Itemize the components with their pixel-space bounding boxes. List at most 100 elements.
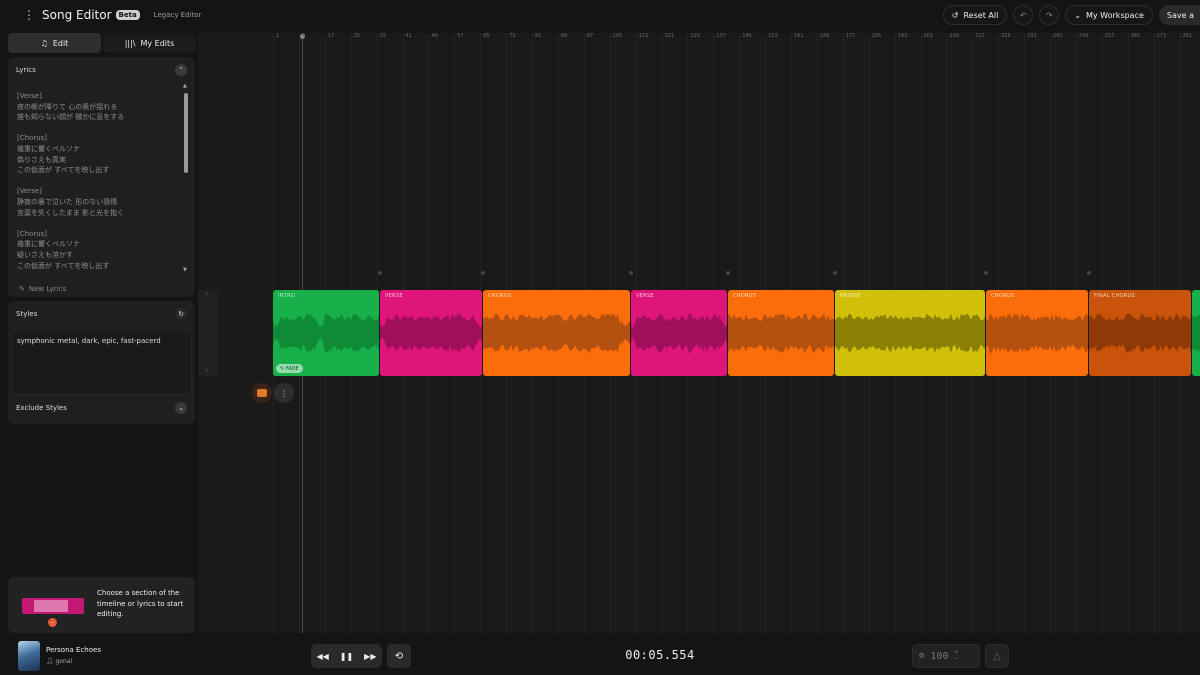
lyrics-blank-line [17, 123, 177, 134]
segment-boundary-marker[interactable] [378, 271, 382, 275]
app-title: Song Editor [42, 8, 112, 22]
lyrics-line: [Verse] [17, 187, 42, 196]
segment-boundary-marker[interactable] [833, 271, 837, 275]
segment-chorus[interactable]: CHORUS [728, 290, 834, 376]
segment-next[interactable] [1192, 290, 1200, 376]
menu-kebab-icon[interactable]: ⋮ [22, 8, 36, 22]
reset-all-button[interactable]: ↺ Reset All [942, 5, 1008, 25]
styles-input[interactable]: symphonic metal, dark, epic, fast-pacerd [11, 331, 192, 395]
rewind-icon[interactable]: ◀◀ [316, 652, 328, 661]
loop-button[interactable]: ⟲ [387, 644, 411, 668]
segment-boundary-marker[interactable] [726, 271, 730, 275]
lyrics-collapse-button[interactable]: ⌃ [175, 64, 187, 76]
ruler-tick-label: 225 [1001, 33, 1011, 39]
save-button[interactable]: Save a [1158, 5, 1200, 25]
transport-controls: ◀◀ ❚❚ ▶▶ [311, 644, 382, 668]
music-note-icon: ♫ [40, 38, 48, 48]
exclude-styles-header[interactable]: Exclude Styles ⌄ [8, 395, 195, 421]
segment-label: INTRO [278, 293, 296, 299]
segment-verse[interactable]: VERSE [631, 290, 727, 376]
lyrics-line: [Chorus] [17, 134, 48, 143]
segment-verse[interactable]: VERSE [380, 290, 482, 376]
segment-final-chorus[interactable]: FINAL CHORUS [1089, 290, 1191, 376]
metronome-icon: △ [993, 650, 1001, 662]
workspace-dropdown[interactable]: ⌄ My Workspace [1065, 5, 1153, 25]
ruler-tick-label: 209 [949, 33, 959, 39]
segment-boundary-marker[interactable] [1087, 271, 1091, 275]
song-cover-art[interactable] [18, 641, 40, 671]
ruler-tick-label: 105 [612, 33, 623, 39]
scroll-up-arrow-icon[interactable]: ▲ [183, 83, 187, 89]
pause-icon[interactable]: ❚❚ [340, 652, 353, 661]
lyrics-text[interactable]: [Verse] 夜の帳が降りて 心の奥が揺れる 誰も知らない顔が 微かに息をする [C… [17, 91, 177, 271]
song-user[interactable]: 👤︎ gonal [46, 658, 72, 665]
lyrics-scroll-thumb[interactable] [184, 93, 188, 173]
redo-button[interactable]: ↷ [1039, 5, 1060, 25]
redo-icon: ↷ [1045, 10, 1053, 20]
segment-boundary-marker[interactable] [984, 271, 988, 275]
chevron-up-icon: ⌃ [178, 66, 184, 74]
tab-my-edits-label: My Edits [140, 38, 175, 48]
playback-time: 00:05.554 [625, 648, 695, 662]
segment-label: CHORUS [991, 293, 1015, 299]
tab-edit-label: Edit [52, 38, 69, 48]
lyrics-line: 夜の帳が降りて 心の奥が揺れる [17, 102, 118, 111]
lyrics-line: 言葉を失くしたまま 影と光を抱く [17, 208, 125, 217]
styles-panel: Styles ↻ symphonic metal, dark, epic, fa… [8, 301, 195, 424]
metronome-button[interactable]: △ [985, 644, 1009, 668]
legacy-editor-link[interactable]: Legacy Editor [154, 11, 202, 19]
fast-forward-icon[interactable]: ▶▶ [364, 652, 376, 661]
ruler-tick-label: 137 [716, 33, 726, 39]
segment-intro[interactable]: INTRO ✎ FADE [273, 290, 379, 376]
fade-button[interactable]: ✎ FADE [276, 364, 303, 373]
tab-my-edits[interactable]: |||\ My Edits [103, 33, 196, 53]
top-bar: ⋮ Song Editor Beta Legacy Editor ↺ Reset… [0, 0, 1200, 30]
tab-edit[interactable]: ♫ Edit [8, 33, 101, 53]
workspace-label: My Workspace [1086, 10, 1144, 20]
lyrics-header: Lyrics ⌃ [8, 57, 195, 83]
segment-boundary-marker[interactable] [481, 271, 485, 275]
chevron-down-icon: ⌄ [178, 404, 184, 412]
lyrics-line: 誰も知らない顔が 微かに息をする [17, 113, 125, 122]
ruler-tick-label: 129 [690, 33, 700, 39]
bpm-stepper-icon[interactable]: + – [954, 650, 958, 662]
segment-chorus[interactable]: CHORUS [483, 290, 630, 376]
new-lyrics-button[interactable]: ✎ New Lyrics [19, 280, 66, 298]
bpm-control[interactable]: ⚙ 100 + – [912, 644, 980, 668]
ruler-tick-label: 121 [664, 33, 675, 39]
lyrics-line: 疑いさえも溶かす [17, 250, 73, 259]
song-title[interactable]: Persona Echoes [46, 646, 101, 654]
user-icon: 👤︎ [46, 658, 54, 665]
lyrics-scrollbar[interactable]: ▲ ▼ [183, 83, 188, 273]
lyrics-blank-line [17, 176, 177, 187]
timeline[interactable]: ↑ ↓ ⋮ 1 9 17 25 33 41 49 57 65 73 81 89 97 105 113 121 1… [198, 33, 1200, 633]
undo-button[interactable]: ↶ [1013, 5, 1034, 25]
song-editor-app: ⋮ Song Editor Beta Legacy Editor ↺ Reset… [0, 0, 1200, 675]
track-color-button[interactable] [252, 383, 272, 403]
styles-heading: Styles [16, 310, 38, 318]
segment-boundary-marker[interactable] [629, 271, 633, 275]
ruler-tick-label: 81 [535, 33, 542, 39]
new-lyrics-label: New Lyrics [28, 285, 67, 293]
ruler-tick-label: 249 [1078, 33, 1089, 39]
segment-label: VERSE [636, 293, 654, 299]
lyrics-line: [Chorus] [17, 229, 48, 238]
segment-chorus[interactable]: CHORUS [986, 290, 1088, 376]
track-handle[interactable]: ↑ ↓ [198, 290, 219, 376]
styles-header: Styles ↻ [8, 301, 195, 325]
segment-label: CHORUS [488, 293, 512, 299]
sidebar-tabs: ♫ Edit |||\ My Edits [8, 33, 196, 53]
tip-illustration [22, 598, 84, 614]
ruler-tick-label: 201 [923, 33, 934, 39]
lyrics-line: 静寂の裏で泣いた 形のない感情 [17, 197, 118, 206]
segment-bridge[interactable]: BRIDGE [835, 290, 985, 376]
track-options-button[interactable]: ⋮ [274, 383, 294, 403]
tip-selection-highlight [34, 600, 68, 612]
styles-reset-button[interactable]: ↻ [175, 308, 187, 320]
scroll-down-arrow-icon[interactable]: ▼ [183, 267, 187, 273]
track-up-icon: ↑ [204, 292, 210, 299]
ruler-tick-label: 73 [509, 33, 516, 39]
ruler-tick-label: 65 [483, 33, 490, 39]
exclude-styles-heading: Exclude Styles [16, 404, 67, 412]
exclude-styles-expand-button[interactable]: ⌄ [175, 402, 187, 414]
